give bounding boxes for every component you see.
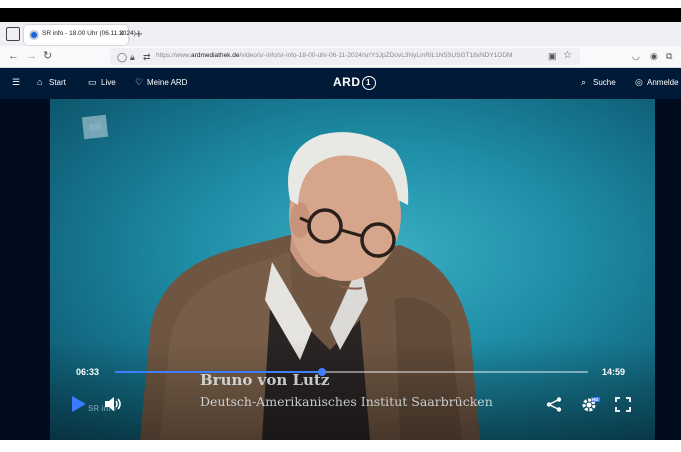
video-player[interactable]	[50, 99, 655, 440]
hd-badge: HD	[591, 397, 600, 402]
nav-live[interactable]: Live	[101, 78, 116, 88]
tab-list-icon[interactable]	[6, 27, 20, 41]
volume-icon[interactable]	[104, 397, 122, 411]
url-prefix: https://www.	[156, 52, 192, 59]
progress-thumb[interactable]	[317, 368, 326, 376]
progress-bar[interactable]	[115, 368, 588, 376]
top-black-bar	[0, 8, 681, 22]
shield-icon[interactable]: ◯	[117, 50, 127, 64]
url-domain: ardmediathek.de	[191, 52, 240, 59]
menu-icon[interactable]: ☰	[12, 77, 20, 88]
channel-logo: SR	[81, 114, 109, 140]
current-time: 06:33	[76, 367, 100, 377]
nav-start[interactable]: Start	[49, 78, 66, 88]
ard-logo-one: 1	[361, 76, 376, 90]
nav-login[interactable]: Anmelde	[647, 78, 679, 88]
tab-favicon-icon	[29, 30, 39, 40]
permissions-icon[interactable]: ⇄	[143, 50, 151, 64]
lower-third-name: Bruno von Lutz	[200, 371, 330, 389]
nav-meine-ard[interactable]: Meine ARD	[147, 78, 187, 88]
pocket-icon[interactable]: ◡	[632, 49, 640, 63]
heart-icon: ♡	[135, 77, 144, 87]
progress-fill	[115, 371, 322, 373]
reload-icon[interactable]: ↻	[43, 49, 52, 63]
play-button[interactable]	[72, 396, 86, 412]
nav-search[interactable]: Suche	[593, 78, 616, 88]
lower-third-institution: Deutsch-Amerikanisches Institut Saarbrüc…	[200, 394, 493, 409]
screenshot-frame: SR info - 18.00 Uhr (06.11.2024) × + ← →…	[0, 0, 681, 452]
ard-logo[interactable]: ARD 1	[333, 75, 376, 90]
forward-icon[interactable]: →	[26, 49, 37, 63]
search-icon: ⌕	[581, 77, 587, 87]
lock-icon[interactable]: 🔒︎	[130, 50, 135, 64]
home-icon: ⌂	[37, 77, 43, 87]
fullscreen-icon[interactable]	[615, 397, 631, 412]
url-text[interactable]: https://www.ardmediathek.de/video/sr-inf…	[156, 52, 512, 59]
duration: 14:59	[602, 367, 626, 377]
user-icon: ◎	[635, 77, 643, 87]
bookmark-star-icon[interactable]: ☆	[563, 49, 572, 63]
extensions-icon[interactable]: ⧉	[666, 49, 672, 63]
browser-tab[interactable]: SR info - 18.00 Uhr (06.11.2024) ×	[24, 25, 136, 45]
url-path: /video/sr-info/sr-info-18-00-uhr-06-11-2…	[239, 52, 513, 59]
ard-logo-text: ARD	[333, 75, 361, 89]
share-icon[interactable]	[546, 397, 562, 412]
tv-icon: ▭	[88, 77, 97, 87]
back-icon[interactable]: ←	[8, 49, 19, 63]
reader-view-icon[interactable]: ▣	[548, 49, 557, 63]
new-tab-button[interactable]: +	[135, 27, 143, 41]
tab-close-icon[interactable]: ×	[119, 28, 124, 38]
account-icon[interactable]: ◉	[650, 49, 658, 63]
